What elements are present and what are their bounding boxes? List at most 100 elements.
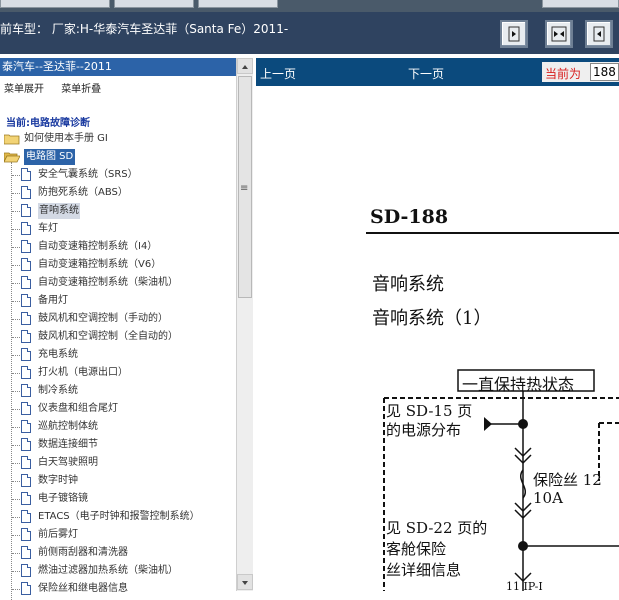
tree-branch-line (12, 445, 20, 446)
tree-item-label: 白天驾驶照明 (38, 457, 98, 468)
vehicle-title: 前车型： 厂家:H-华泰汽车圣达菲（Santa Fe）2011- (0, 22, 289, 36)
tree-item[interactable]: 数据连接细节 (12, 436, 236, 454)
document-icon (21, 276, 31, 289)
top-tab-1[interactable] (0, 0, 110, 8)
document-icon (21, 510, 31, 523)
split-view-button[interactable] (545, 20, 573, 48)
menu-collapse-link[interactable]: 菜单折叠 (61, 84, 101, 95)
current-page-label: 当前为 (545, 67, 582, 81)
tree-branch-line (12, 373, 20, 374)
document-icon (21, 366, 31, 379)
ref2-line2: 客舱保险 (386, 540, 447, 558)
document-icon (21, 546, 31, 559)
tree-branch-line (12, 193, 20, 194)
tree-item[interactable]: 保险丝和继电器信息 (12, 580, 236, 598)
tree-item-label: 音响系统 (38, 203, 80, 219)
tree-item-label: 制冷系统 (38, 385, 78, 396)
next-page-link[interactable]: 下一页 (408, 65, 444, 82)
tree-branch-line (12, 337, 20, 338)
tree-item[interactable]: 充电系统 (12, 346, 236, 364)
tree-item-label: 自动变速箱控制系统（I4） (38, 241, 158, 252)
tree-item[interactable]: 制冷系统 (12, 382, 236, 400)
window-top-strip (0, 0, 619, 12)
expand-left-button[interactable] (585, 20, 613, 48)
tree-branch-line (12, 283, 20, 284)
ref2-line1: 见 SD-22 页的 (386, 519, 488, 537)
tree-item-label: 鼓风机和空调控制（手动的） (38, 313, 168, 324)
tree-item-label: 电路图 SD (24, 149, 76, 165)
scroll-up-arrow[interactable] (237, 58, 253, 74)
tree-item[interactable]: 电子镀铬镜 (12, 490, 236, 508)
tree-item[interactable]: 安全气囊系统（SRS） (12, 166, 236, 184)
tree-item[interactable]: 巡航控制体统 (12, 418, 236, 436)
tree-item[interactable]: 前后雾灯 (12, 526, 236, 544)
top-tab-2[interactable] (114, 0, 194, 8)
document-icon (21, 294, 31, 307)
document-icon (21, 492, 31, 505)
diagram-header: 一直保持热状态 (462, 375, 575, 394)
tree-item-label: 自动变速箱控制系统（V6） (38, 259, 162, 270)
tree-item-label: 自动变速箱控制系统（柴油机） (38, 277, 178, 288)
document-icon (21, 582, 31, 595)
document-icon (21, 474, 31, 487)
tree-item-label: 巡航控制体统 (38, 421, 98, 432)
ref2-line3: 丝详细信息 (386, 561, 462, 579)
tree-item-label: 车灯 (38, 223, 58, 234)
fuse-label: 保险丝 12 (533, 471, 602, 489)
tree-item[interactable]: 数字时钟 (12, 472, 236, 490)
tree-branch-line (12, 517, 20, 518)
tree-item-label: 安全气囊系统（SRS） (38, 169, 138, 180)
tree-item[interactable]: 自动变速箱控制系统（I4） (12, 238, 236, 256)
panel-left-icon (593, 26, 605, 42)
document-icon (21, 438, 31, 451)
document-icon (21, 240, 31, 253)
tree-item[interactable]: 鼓风机和空调控制（全自动的） (12, 328, 236, 346)
tree-branch-line (12, 319, 20, 320)
tree-item[interactable]: 电路图 SD (4, 148, 236, 166)
document-icon (21, 564, 31, 577)
top-tab-3[interactable] (198, 0, 278, 8)
tree-item[interactable]: 仪表盘和组合尾灯 (12, 400, 236, 418)
document-icon (21, 186, 31, 199)
tree-item-label: 燃油过滤器加热系统（柴油机） (38, 565, 178, 576)
top-tab-4[interactable] (542, 0, 619, 8)
tree-item[interactable]: ETACS（电子时钟和报警控制系统） (12, 508, 236, 526)
tree-item[interactable]: 防抱死系统（ABS） (12, 184, 236, 202)
tree-item[interactable]: 鼓风机和空调控制（手动的） (12, 310, 236, 328)
document-view: SD-188 音响系统 音响系统（1） 一直保持热状态 见 SD-15 页 的电… (256, 86, 619, 593)
document-icon (21, 420, 31, 433)
wiring-diagram: 一直保持热状态 见 SD-15 页 的电源分布 保险丝 12 10A 见 SD-… (256, 86, 619, 593)
left-scrollbar[interactable] (236, 58, 253, 591)
expand-right-button[interactable] (500, 20, 528, 48)
splitter-grip-icon[interactable]: ≡ (240, 183, 248, 194)
tree-item-label: 仪表盘和组合尾灯 (38, 403, 118, 414)
tree-item-label: 前侧雨刮器和清洗器 (38, 547, 128, 558)
tree-item[interactable]: 自动变速箱控制系统（柴油机） (12, 274, 236, 292)
tree-branch-line (12, 481, 20, 482)
tree-item[interactable]: 车灯 (12, 220, 236, 238)
document-icon (21, 330, 31, 343)
tree-item[interactable]: 白天驾驶照明 (12, 454, 236, 472)
bottom-connector-label: 11 IP-I (506, 580, 543, 593)
tree-item[interactable]: 燃油过滤器加热系统（柴油机） (12, 562, 236, 580)
tree-branch-line (12, 535, 20, 536)
tree-branch-line (12, 463, 20, 464)
current-page-box: 当前为 188 (542, 62, 619, 82)
document-icon (21, 384, 31, 397)
prev-page-link[interactable]: 上一页 (260, 65, 296, 82)
tree-item[interactable]: 备用灯 (12, 292, 236, 310)
menu-expand-link[interactable]: 菜单展开 (4, 84, 44, 95)
scroll-down-arrow[interactable] (237, 574, 253, 590)
tree-branch-line (12, 391, 20, 392)
tree-item[interactable]: 前侧雨刮器和清洗器 (12, 544, 236, 562)
tree-item[interactable]: 自动变速箱控制系统（V6） (12, 256, 236, 274)
menu-row: 菜单展开 菜单折叠 (4, 80, 115, 95)
tree-item[interactable]: 如何使用本手册 GI (4, 130, 236, 148)
tree-item-label: 备用灯 (38, 295, 68, 306)
tree-item[interactable]: 音响系统 (12, 202, 236, 220)
right-panel: 上一页 下一页 当前为 188 SD-188 音响系统 音响系统（1） 一直保持… (256, 58, 619, 593)
tree-item-label: 前后雾灯 (38, 529, 78, 540)
tree-item[interactable]: 打火机（电源出口） (12, 364, 236, 382)
page-number-input[interactable]: 188 (590, 63, 619, 81)
manual-title: 泰汽车--圣达菲--2011 (0, 58, 236, 76)
